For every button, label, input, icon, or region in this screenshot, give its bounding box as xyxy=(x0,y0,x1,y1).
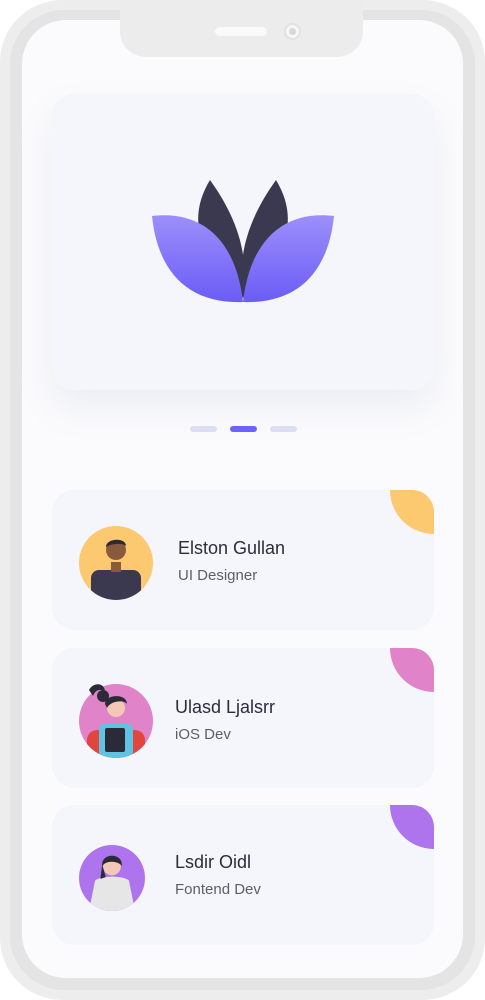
carousel-dot-1[interactable] xyxy=(190,426,217,432)
person-card[interactable]: Elston Gullan UI Designer xyxy=(52,490,434,630)
person-role: UI Designer xyxy=(178,567,258,584)
person-name: Elston Gullan xyxy=(178,538,286,558)
avatar xyxy=(79,684,153,758)
card-accent-corner xyxy=(390,648,434,692)
person-name: Lsdir Oidl xyxy=(175,852,252,872)
avatar xyxy=(79,845,145,911)
carousel-dot-2-active[interactable] xyxy=(230,426,257,432)
avatar xyxy=(79,526,153,600)
card-accent-corner xyxy=(390,490,434,534)
carousel-dot-3[interactable] xyxy=(270,426,297,432)
speaker-grille xyxy=(215,27,267,36)
carousel-indicator xyxy=(190,426,300,432)
person-card[interactable]: Lsdir Oidl Fontend Dev xyxy=(52,805,434,945)
front-camera xyxy=(284,23,301,40)
lotus-logo-icon xyxy=(152,180,334,303)
person-role: iOS Dev xyxy=(175,726,231,743)
person-card[interactable]: Ulasd Ljalsrr iOS Dev xyxy=(52,648,434,788)
person-role: Fontend Dev xyxy=(175,881,261,898)
person-name: Ulasd Ljalsrr xyxy=(175,697,276,717)
card-accent-corner xyxy=(390,805,434,849)
